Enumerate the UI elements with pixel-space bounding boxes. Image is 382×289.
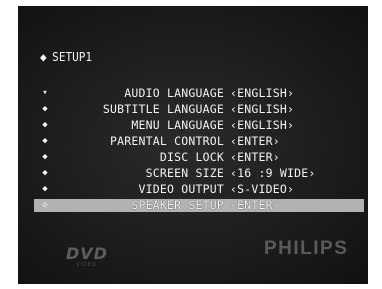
menu-title: ◆ SETUP1 bbox=[40, 50, 92, 64]
menu-item-label: SCREEN SIZE bbox=[145, 166, 224, 180]
menu-item-value: ‹ENTER› bbox=[230, 134, 280, 148]
diamond-bullet-icon: ◆ bbox=[42, 136, 48, 146]
menu-item-label: DISC LOCK bbox=[159, 150, 224, 164]
tv-screen: ◆ SETUP1 ▾ AUDIO LANGUAGE ‹ENGLISH› ◆ SU… bbox=[18, 6, 368, 284]
menu-item-label: VIDEO OUTPUT bbox=[138, 182, 224, 196]
menu-item-label: PARENTAL CONTROL bbox=[110, 134, 224, 148]
philips-logo: PHILIPS bbox=[264, 238, 349, 259]
menu-item-value: ‹S-VIDEO› bbox=[230, 182, 295, 196]
menu-item-video-output[interactable]: ◆ VIDEO OUTPUT ‹S-VIDEO› bbox=[34, 183, 364, 196]
diamond-bullet-icon: ◆ bbox=[42, 152, 48, 162]
menu-item-label: AUDIO LANGUAGE bbox=[124, 86, 224, 100]
dvd-logo: DVD bbox=[66, 244, 108, 263]
menu-item-parental-control[interactable]: ◆ PARENTAL CONTROL ‹ENTER› bbox=[34, 135, 364, 148]
diamond-outline-bullet-icon: ◇ bbox=[42, 200, 48, 210]
menu-title-text: SETUP1 bbox=[52, 50, 93, 64]
dvd-logo-subtext: VIDEO bbox=[76, 262, 97, 268]
menu-item-label: MENU LANGUAGE bbox=[131, 118, 224, 132]
title-bullet-icon: ◆ bbox=[40, 50, 47, 64]
diamond-bullet-icon: ◆ bbox=[42, 104, 48, 114]
menu-item-disc-lock[interactable]: ◆ DISC LOCK ‹ENTER› bbox=[34, 151, 364, 164]
menu-item-speaker-setup[interactable]: ◇ SPEAKER SETUP ‹ENTER› bbox=[34, 199, 364, 212]
menu-item-value: ‹ENGLISH› bbox=[230, 102, 295, 116]
diamond-bullet-icon: ◆ bbox=[42, 120, 48, 130]
menu-item-audio-language[interactable]: ▾ AUDIO LANGUAGE ‹ENGLISH› bbox=[34, 87, 364, 100]
menu-item-label: SUBTITLE LANGUAGE bbox=[102, 102, 224, 116]
diamond-bullet-icon: ◆ bbox=[42, 184, 48, 194]
menu-item-subtitle-language[interactable]: ◆ SUBTITLE LANGUAGE ‹ENGLISH› bbox=[34, 103, 364, 116]
menu-item-value: ‹ENGLISH› bbox=[230, 86, 295, 100]
menu-item-value: ‹ENGLISH› bbox=[230, 118, 295, 132]
arrow-down-icon: ▾ bbox=[42, 88, 48, 98]
diamond-bullet-icon: ◆ bbox=[42, 168, 48, 178]
menu-item-screen-size[interactable]: ◆ SCREEN SIZE ‹16 :9 WIDE› bbox=[34, 167, 364, 180]
menu-item-label: SPEAKER SETUP bbox=[131, 198, 224, 212]
menu-item-value: ‹ENTER› bbox=[230, 150, 280, 164]
menu-item-value: ‹ENTER› bbox=[230, 198, 280, 212]
menu-item-value: ‹16 :9 WIDE› bbox=[230, 166, 316, 180]
menu-item-menu-language[interactable]: ◆ MENU LANGUAGE ‹ENGLISH› bbox=[34, 119, 364, 132]
